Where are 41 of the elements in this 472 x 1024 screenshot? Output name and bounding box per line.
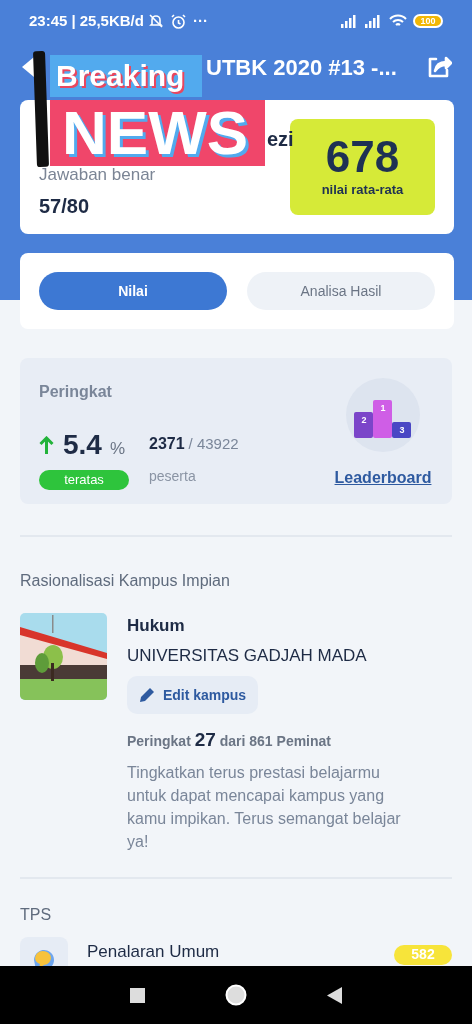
signal-icon <box>341 14 359 28</box>
rank-total: / 43922 <box>188 434 239 454</box>
top-badge: teratas <box>39 470 129 490</box>
participants-label: peserta <box>149 467 197 486</box>
edit-campus-button[interactable]: Edit kampus <box>127 676 258 714</box>
mute-bell-icon <box>147 13 164 29</box>
percent-unit: % <box>109 438 126 460</box>
home-icon[interactable] <box>225 984 247 1006</box>
pencil-icon <box>138 687 155 703</box>
battery-indicator: 100 <box>413 14 443 28</box>
correct-value: 57/80 <box>39 194 90 219</box>
rank-value: 2371 <box>149 434 185 454</box>
university-name: UNIVERSITAS GADJAH MADA <box>127 644 368 667</box>
share-icon[interactable] <box>426 55 452 79</box>
more-indicator: ··· <box>192 10 208 31</box>
recent-apps-icon[interactable] <box>130 987 145 1003</box>
average-score-label: nilai rata-rata <box>321 181 404 200</box>
signal-icon <box>365 14 383 28</box>
average-score: 678 <box>325 134 400 181</box>
wifi-icon <box>389 14 407 28</box>
subject-score: 582 <box>394 944 452 965</box>
page-title: UTBK 2020 #13 -... <box>206 53 397 82</box>
subject-name: Penalaran Umum <box>87 941 221 962</box>
tab[interactable]: Nilai <box>39 272 227 310</box>
network-speed: | 25,5KB/d <box>71 10 144 31</box>
leaderboard-link[interactable]: Leaderboard <box>334 466 432 490</box>
correct-label: Jawaban benar <box>39 164 156 186</box>
percentile-value: 5.4 <box>63 428 102 462</box>
section-title: Rasionalisasi Kampus Impian <box>20 571 231 591</box>
status-time: 23:45 <box>29 10 68 31</box>
ranking-title: Peringkat <box>39 382 113 402</box>
back-icon[interactable] <box>327 986 342 1004</box>
breaking-label: Breaking <box>50 55 202 97</box>
motivation-message: Tingkatkan terus prestasi belajarmu untuk dapat mencapai kampus yang kamu impikan. Terus semangat belajar ya! <box>127 762 402 852</box>
campus-rank-text: Peringkat 27 dari 861 Peminat <box>127 728 332 752</box>
major-name: Hukum <box>127 615 186 637</box>
news-label: NEWS <box>50 100 265 166</box>
alarm-icon <box>169 12 187 30</box>
arrow-up-icon <box>39 436 54 454</box>
tab[interactable]: Analisa Hasil <box>247 272 435 310</box>
section-title: TPS <box>20 904 53 925</box>
